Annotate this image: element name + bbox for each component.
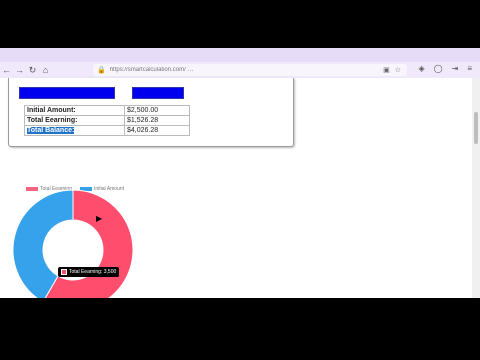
url-text: https://smartcalculation.com/ …	[109, 67, 194, 73]
page-content: Initial Amount: $2,500.00 Total Eearning…	[0, 78, 472, 298]
tooltip-text: Total Eearning: 3,500	[69, 269, 117, 275]
shield-icon[interactable]: ◈	[419, 64, 425, 73]
back-icon[interactable]: ←	[0, 65, 13, 75]
tooltip-swatch	[61, 269, 67, 275]
tab-strip	[0, 48, 480, 62]
browser-toolbar: ← → ↻ ⌂ 🔒 https://smartcalculation.com/ …	[0, 62, 480, 78]
extensions-icon[interactable]: ⇥	[452, 64, 459, 73]
mouse-cursor-icon: ▶	[96, 214, 103, 223]
chart-tooltip: Total Eearning: 3,500	[58, 267, 120, 277]
browser-window: ← → ↻ ⌂ 🔒 https://smartcalculation.com/ …	[0, 48, 480, 298]
forward-icon[interactable]: →	[13, 65, 26, 75]
donut-chart	[12, 189, 134, 298]
reload-icon[interactable]: ↻	[26, 65, 39, 76]
home-icon[interactable]: ⌂	[39, 65, 52, 75]
menu-icon[interactable]: ≡	[467, 64, 472, 73]
page-scrollbar[interactable]	[472, 78, 480, 298]
lock-icon: 🔒	[97, 67, 106, 74]
account-icon[interactable]: ◯	[434, 64, 443, 73]
reader-icon[interactable]: ▣	[383, 66, 390, 74]
bookmark-icon[interactable]: ☆	[395, 66, 401, 74]
address-bar[interactable]: 🔒 https://smartcalculation.com/ … ▣ ☆	[93, 64, 407, 76]
